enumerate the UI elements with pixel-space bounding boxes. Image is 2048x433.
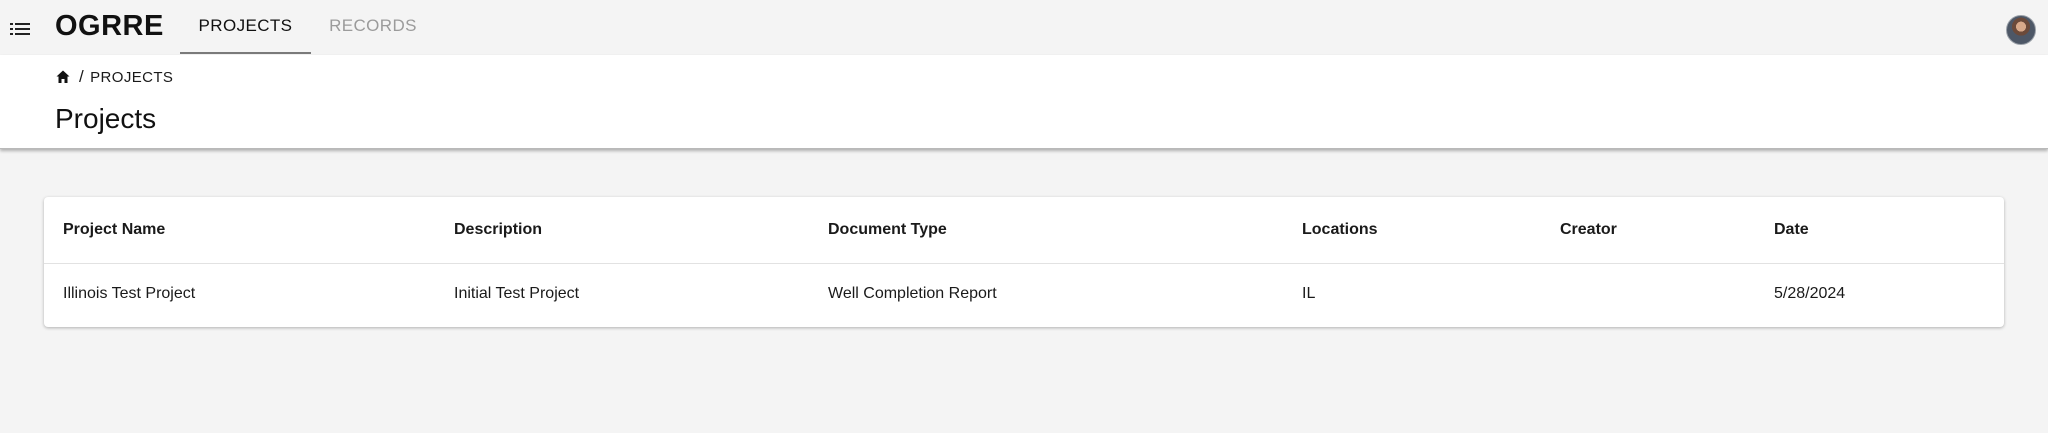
tab-projects[interactable]: PROJECTS — [180, 0, 311, 55]
cell-description: Initial Test Project — [454, 285, 580, 302]
column-header-document-type[interactable]: Document Type — [828, 221, 947, 239]
cell-project-name: Illinois Test Project — [63, 285, 196, 302]
home-icon[interactable] — [55, 69, 71, 85]
table-row[interactable]: Illinois Test Project Initial Test Proje… — [44, 264, 2004, 327]
menu-list-icon[interactable] — [8, 17, 32, 41]
top-app-bar: OGRRE PROJECTS RECORDS — [0, 0, 2048, 55]
cell-locations: IL — [1302, 285, 1316, 302]
column-header-creator[interactable]: Creator — [1560, 221, 1617, 239]
page-title: Projects — [55, 103, 157, 134]
app-brand: OGRRE — [55, 10, 164, 42]
breadcrumb-current: PROJECTS — [90, 68, 174, 86]
tab-projects-label: PROJECTS — [198, 16, 293, 35]
projects-table: Project Name Description Document Type L… — [44, 197, 2004, 327]
tab-records-label: RECORDS — [329, 16, 417, 35]
tab-records[interactable]: RECORDS — [316, 0, 430, 55]
cell-document-type: Well Completion Report — [828, 285, 997, 302]
table-header: Project Name Description Document Type L… — [44, 197, 2004, 264]
active-tab-indicator — [180, 52, 311, 54]
breadcrumb: / PROJECTS — [55, 67, 173, 87]
user-avatar[interactable] — [2006, 15, 2036, 45]
cell-date: 5/28/2024 — [1774, 285, 1846, 302]
page-header: / PROJECTS Projects — [0, 55, 2048, 149]
breadcrumb-separator: / — [79, 67, 85, 86]
column-header-project-name[interactable]: Project Name — [63, 221, 165, 239]
column-header-description[interactable]: Description — [454, 221, 542, 239]
column-header-locations[interactable]: Locations — [1302, 221, 1378, 239]
column-header-date[interactable]: Date — [1774, 221, 1809, 239]
